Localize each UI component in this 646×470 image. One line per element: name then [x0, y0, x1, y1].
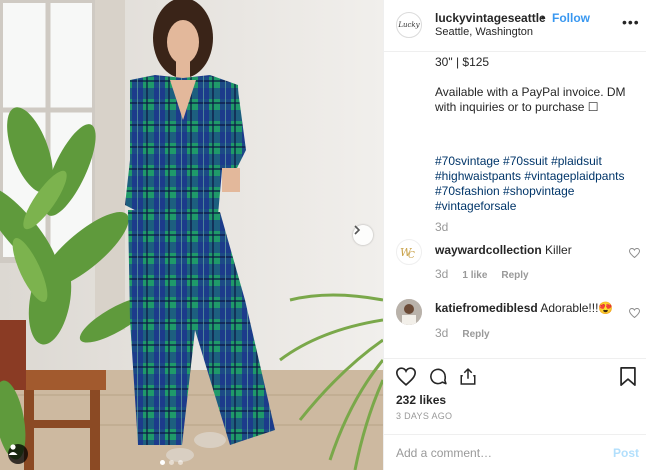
post-comment-button[interactable]: Post	[613, 446, 639, 460]
logo-text: Lucky	[398, 21, 420, 29]
caption-hashtags: #70svintage #70ssuit #plaidsuit #highwai…	[435, 154, 635, 214]
post-actions	[384, 358, 646, 398]
comment-likes[interactable]: 1 like	[462, 270, 487, 281]
account-username[interactable]: luckyvintageseattle	[435, 11, 546, 25]
commenter-avatar[interactable]: W C	[396, 239, 422, 265]
ww-monogram-icon: W C	[400, 246, 415, 259]
carousel-dot	[160, 460, 165, 465]
heart-icon[interactable]	[396, 367, 416, 386]
comment-username[interactable]: katiefromediblesd	[435, 301, 538, 315]
user-photo	[396, 299, 422, 325]
post-photo[interactable]	[0, 0, 383, 470]
post-side-panel: Lucky luckyvintageseattle • Follow Seatt…	[383, 0, 646, 470]
hashtag-line[interactable]: #vintageforsale	[435, 199, 635, 214]
hashtag-line[interactable]: #highwaistpants #vintageplaidpants	[435, 169, 635, 184]
comment-text: katiefromediblesd Adorable!!!😍	[435, 301, 613, 315]
bookmark-icon[interactable]	[620, 367, 636, 386]
comment-body: Killer	[545, 243, 572, 257]
person-icon	[8, 444, 18, 455]
hashtag-line[interactable]: #70sfashion #shopvintage	[435, 184, 635, 199]
hashtag-line[interactable]: #70svintage #70ssuit #plaidsuit	[435, 154, 635, 169]
comment-input[interactable]	[396, 443, 601, 463]
like-comment-heart-icon[interactable]	[629, 308, 640, 318]
post-date[interactable]: 3 DAYS AGO	[396, 411, 452, 421]
comment-body: Adorable!!!😍	[540, 301, 614, 315]
comment-username[interactable]: waywardcollection	[435, 243, 542, 257]
tagged-users-button[interactable]	[8, 444, 28, 464]
caption-line: 30" | $125	[435, 55, 490, 69]
reply-button[interactable]: Reply	[501, 270, 528, 281]
next-photo-button[interactable]	[353, 225, 373, 245]
caption-line: with inquiries or to purchase ☐	[435, 100, 599, 114]
outfit-photo-illustration	[0, 0, 383, 470]
caption-time[interactable]: 3d	[435, 220, 448, 234]
carousel-dot	[178, 460, 183, 465]
reply-button[interactable]: Reply	[462, 329, 489, 340]
post-header: Lucky luckyvintageseattle • Follow Seatt…	[384, 0, 646, 52]
post-caption: 30" | $125 Available with a PayPal invoi…	[435, 55, 631, 115]
carousel-dot	[169, 460, 174, 465]
share-icon[interactable]	[459, 367, 477, 386]
header-separator: •	[541, 11, 546, 25]
follow-button[interactable]: Follow	[552, 11, 590, 25]
comment-text: waywardcollection Killer	[435, 243, 572, 257]
comment-icon[interactable]	[428, 367, 448, 386]
comment-time[interactable]: 3d	[435, 267, 448, 281]
comment-meta: 3d 1 like Reply	[435, 267, 529, 281]
comment-time[interactable]: 3d	[435, 326, 448, 340]
carousel-indicator	[160, 460, 183, 465]
caption-line: Available with a PayPal invoice. DM	[435, 85, 626, 99]
svg-text:C: C	[408, 251, 415, 259]
chevron-right-icon	[354, 225, 361, 235]
more-options-button[interactable]: •••	[622, 14, 640, 30]
comment-meta: 3d Reply	[435, 326, 490, 340]
account-avatar[interactable]: Lucky	[396, 12, 422, 38]
commenter-avatar[interactable]	[396, 299, 422, 325]
post-location[interactable]: Seattle, Washington	[435, 26, 533, 38]
comments-area[interactable]: 30" | $125 Available with a PayPal invoi…	[384, 53, 646, 358]
like-comment-heart-icon[interactable]	[629, 248, 640, 258]
add-comment-bar: Post	[384, 434, 646, 470]
likes-count[interactable]: 232 likes	[396, 393, 446, 407]
